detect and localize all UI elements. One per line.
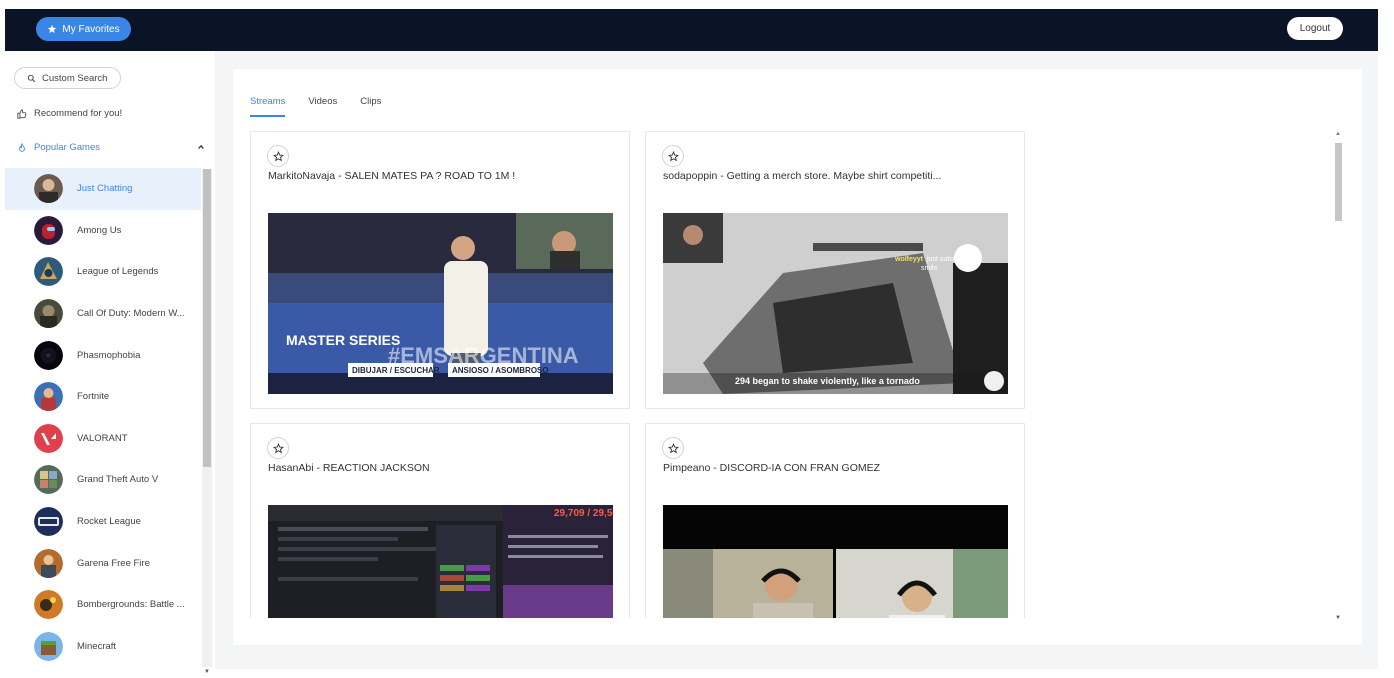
sidebar-item-league-of-legends[interactable]: League of Legends (5, 251, 201, 293)
game-avatar (34, 257, 63, 287)
game-label: Call Of Duty: Modern W... (77, 308, 185, 320)
scroll-down-arrow-icon[interactable]: ▼ (204, 669, 210, 675)
thumb-right-text: ANSIOSO / ASOMBROSO (452, 366, 549, 375)
game-label: Grand Theft Auto V (77, 474, 159, 486)
sidebar-scrollbar[interactable]: ▼ (202, 169, 212, 675)
thumb-sub-line2: smile (921, 265, 937, 272)
logout-button[interactable]: Logout (1287, 17, 1343, 40)
thumb-sub-msg: just subscribed! (926, 256, 976, 263)
game-avatar (34, 590, 63, 620)
game-avatar (34, 507, 63, 537)
favorite-star-button[interactable] (662, 437, 684, 459)
game-avatar (34, 215, 63, 245)
stream-thumbnail[interactable]: wolfeyyt just subscribed! smile 294 bega… (663, 213, 1008, 394)
star-outline-icon (667, 150, 679, 161)
sidebar-item-rocket-league[interactable]: Rocket League (5, 501, 201, 543)
game-avatar (34, 423, 63, 453)
thumb-series-text: MASTER SERIES (286, 332, 400, 348)
popular-games-label: Popular Games (34, 142, 101, 153)
content-tabs: Streams Videos Clips (250, 96, 381, 117)
game-label: Just Chatting (77, 183, 133, 195)
scroll-up-arrow-icon[interactable]: ▲ (1335, 131, 1341, 137)
app-frame: My Favorites Logout Custom Search Recomm… (5, 9, 1378, 675)
star-outline-icon (667, 442, 679, 453)
game-label: Phasmophobia (77, 349, 141, 361)
fire-icon (19, 142, 25, 152)
stream-thumbnail[interactable] (663, 505, 1008, 618)
tab-videos[interactable]: Videos (308, 96, 337, 117)
game-avatar (34, 548, 63, 578)
game-label: Garena Free Fire (77, 557, 150, 569)
tab-clips[interactable]: Clips (360, 96, 381, 117)
sidebar-item-valorant[interactable]: VALORANT (5, 418, 201, 460)
content-panel: Streams Videos Clips MarkitoNavaja - SAL… (233, 69, 1362, 645)
game-avatar (34, 631, 63, 661)
stream-title: Pimpeano - DISCORD-IA CON FRAN GOMEZ (663, 462, 881, 474)
game-avatar (34, 299, 63, 329)
game-label: Fortnite (77, 391, 110, 403)
game-avatar (34, 382, 63, 412)
sidebar-item-gta-v[interactable]: Grand Theft Auto V (5, 459, 201, 501)
game-label: VALORANT (77, 432, 128, 444)
popular-games-toggle[interactable]: Popular Games (17, 142, 205, 153)
stream-grid: MarkitoNavaja - SALEN MATES PA ? ROAD TO… (250, 131, 1026, 618)
game-list: Just Chatting Among Us League of Legends… (5, 168, 201, 667)
sidebar-item-garena-free-fire[interactable]: Garena Free Fire (5, 542, 201, 584)
thumb-caption: 294 began to shake violently, like a tor… (735, 376, 920, 386)
search-icon (27, 74, 36, 82)
stream-thumbnail[interactable]: 29,709 / 29,500 (268, 505, 613, 618)
stream-title: HasanAbi - REACTION JACKSON (268, 462, 430, 474)
sidebar-item-fortnite[interactable]: Fortnite (5, 376, 201, 418)
stream-thumbnail[interactable]: MASTER SERIES #EMSARGENTINA DIBUJAR / ES… (268, 213, 613, 394)
tab-streams[interactable]: Streams (250, 96, 286, 117)
game-label: Among Us (77, 224, 122, 236)
recommend-label: Recommend for you! (34, 108, 123, 119)
sidebar-scrollbar-thumb[interactable] (203, 169, 211, 467)
stream-card[interactable]: sodapoppin - Getting a merch store. Mayb… (645, 131, 1025, 409)
thumb-left-text: DIBUJAR / ESCUCHAR (352, 366, 440, 375)
stream-card[interactable]: MarkitoNavaja - SALEN MATES PA ? ROAD TO… (250, 131, 630, 409)
star-outline-icon (272, 150, 284, 161)
sidebar-item-just-chatting[interactable]: Just Chatting (5, 168, 201, 210)
sidebar-item-bombergrounds[interactable]: Bombergrounds: Battle ... (5, 584, 201, 626)
favorite-star-button[interactable] (267, 437, 289, 459)
favorite-star-button[interactable] (662, 145, 684, 167)
game-avatar (34, 465, 63, 495)
content-scrollbar-thumb[interactable] (1335, 143, 1342, 221)
sidebar-item-among-us[interactable]: Among Us (5, 210, 201, 252)
chevron-up-icon (198, 144, 204, 150)
sidebar: Custom Search Recommend for you! Popular… (5, 51, 215, 675)
thumbs-up-icon (17, 108, 27, 119)
star-outline-icon (272, 442, 284, 453)
content-scrollbar[interactable]: ▲ ▼ (1333, 131, 1343, 621)
stream-card[interactable]: HasanAbi - REACTION JACKSON 29,709 / 29,… (250, 423, 630, 618)
top-bar: My Favorites Logout (5, 9, 1378, 51)
scroll-down-arrow-icon[interactable]: ▼ (1335, 615, 1341, 621)
favorite-star-button[interactable] (267, 145, 289, 167)
sidebar-item-call-of-duty[interactable]: Call Of Duty: Modern W... (5, 293, 201, 335)
game-label: Bombergrounds: Battle ... (77, 599, 185, 611)
thumb-counter: 29,709 / 29,500 (554, 508, 613, 519)
game-label: Rocket League (77, 516, 141, 528)
game-avatar (34, 340, 63, 370)
my-favorites-label: My Favorites (62, 23, 120, 35)
star-icon (48, 24, 57, 33)
custom-search-button[interactable]: Custom Search (14, 67, 121, 89)
stream-card[interactable]: Pimpeano - DISCORD-IA CON FRAN GOMEZ (645, 423, 1025, 618)
sidebar-item-minecraft[interactable]: Minecraft (5, 626, 201, 668)
stream-title: sodapoppin - Getting a merch store. Mayb… (663, 170, 942, 182)
game-avatar (34, 174, 63, 204)
stream-title: MarkitoNavaja - SALEN MATES PA ? ROAD TO… (268, 170, 516, 182)
my-favorites-button[interactable]: My Favorites (36, 17, 131, 41)
game-label: Minecraft (77, 640, 117, 652)
thumb-sub-name: wolfeyyt (894, 256, 924, 263)
game-label: League of Legends (77, 266, 159, 278)
recommend-link[interactable]: Recommend for you! (17, 108, 122, 119)
sidebar-item-phasmophobia[interactable]: Phasmophobia (5, 334, 201, 376)
custom-search-label: Custom Search (42, 72, 108, 84)
